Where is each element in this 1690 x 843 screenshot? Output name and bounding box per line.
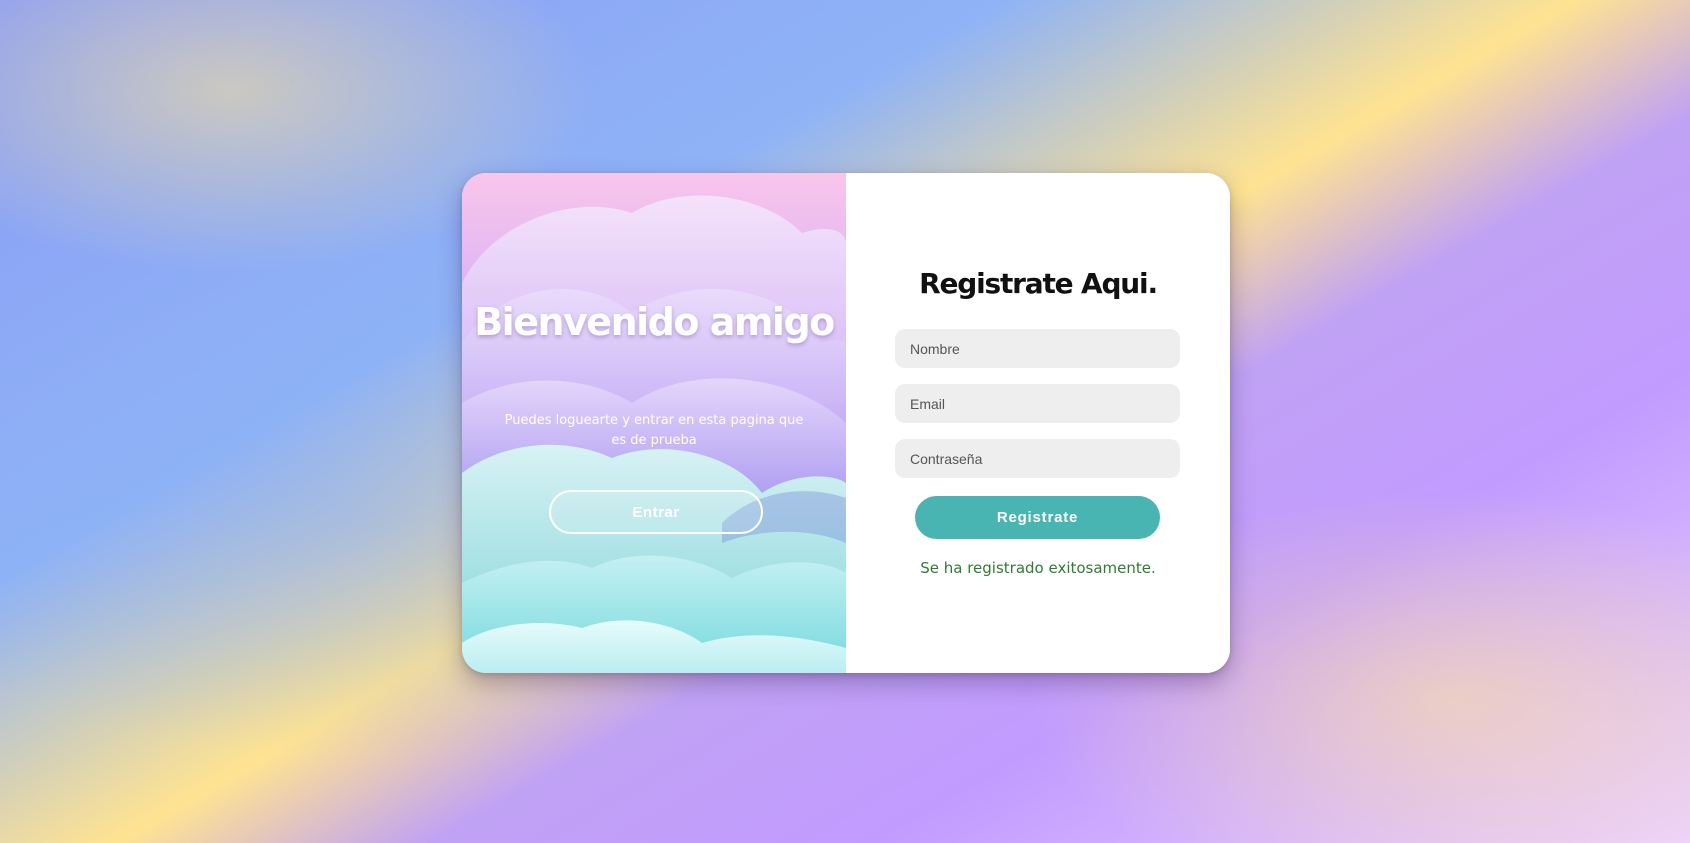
password-input[interactable] [895,439,1180,478]
name-input[interactable] [895,329,1180,368]
email-input[interactable] [895,384,1180,423]
register-button[interactable]: Registrate [915,496,1160,539]
success-message: Se ha registrado exitosamente. [920,559,1156,577]
welcome-subtitle: Puedes loguearte y entrar en esta pagina… [504,413,804,448]
enter-button[interactable]: Entrar [549,490,763,534]
welcome-title: Bienvenido amigo [474,300,835,344]
welcome-content: Bienvenido amigo Puedes loguearte y entr… [462,173,846,673]
register-title: Registrate Aqui. [919,267,1158,300]
welcome-panel: Bienvenido amigo Puedes loguearte y entr… [462,173,846,673]
register-panel: Registrate Aqui. Registrate Se ha regist… [846,173,1230,673]
auth-card: Bienvenido amigo Puedes loguearte y entr… [462,173,1230,673]
